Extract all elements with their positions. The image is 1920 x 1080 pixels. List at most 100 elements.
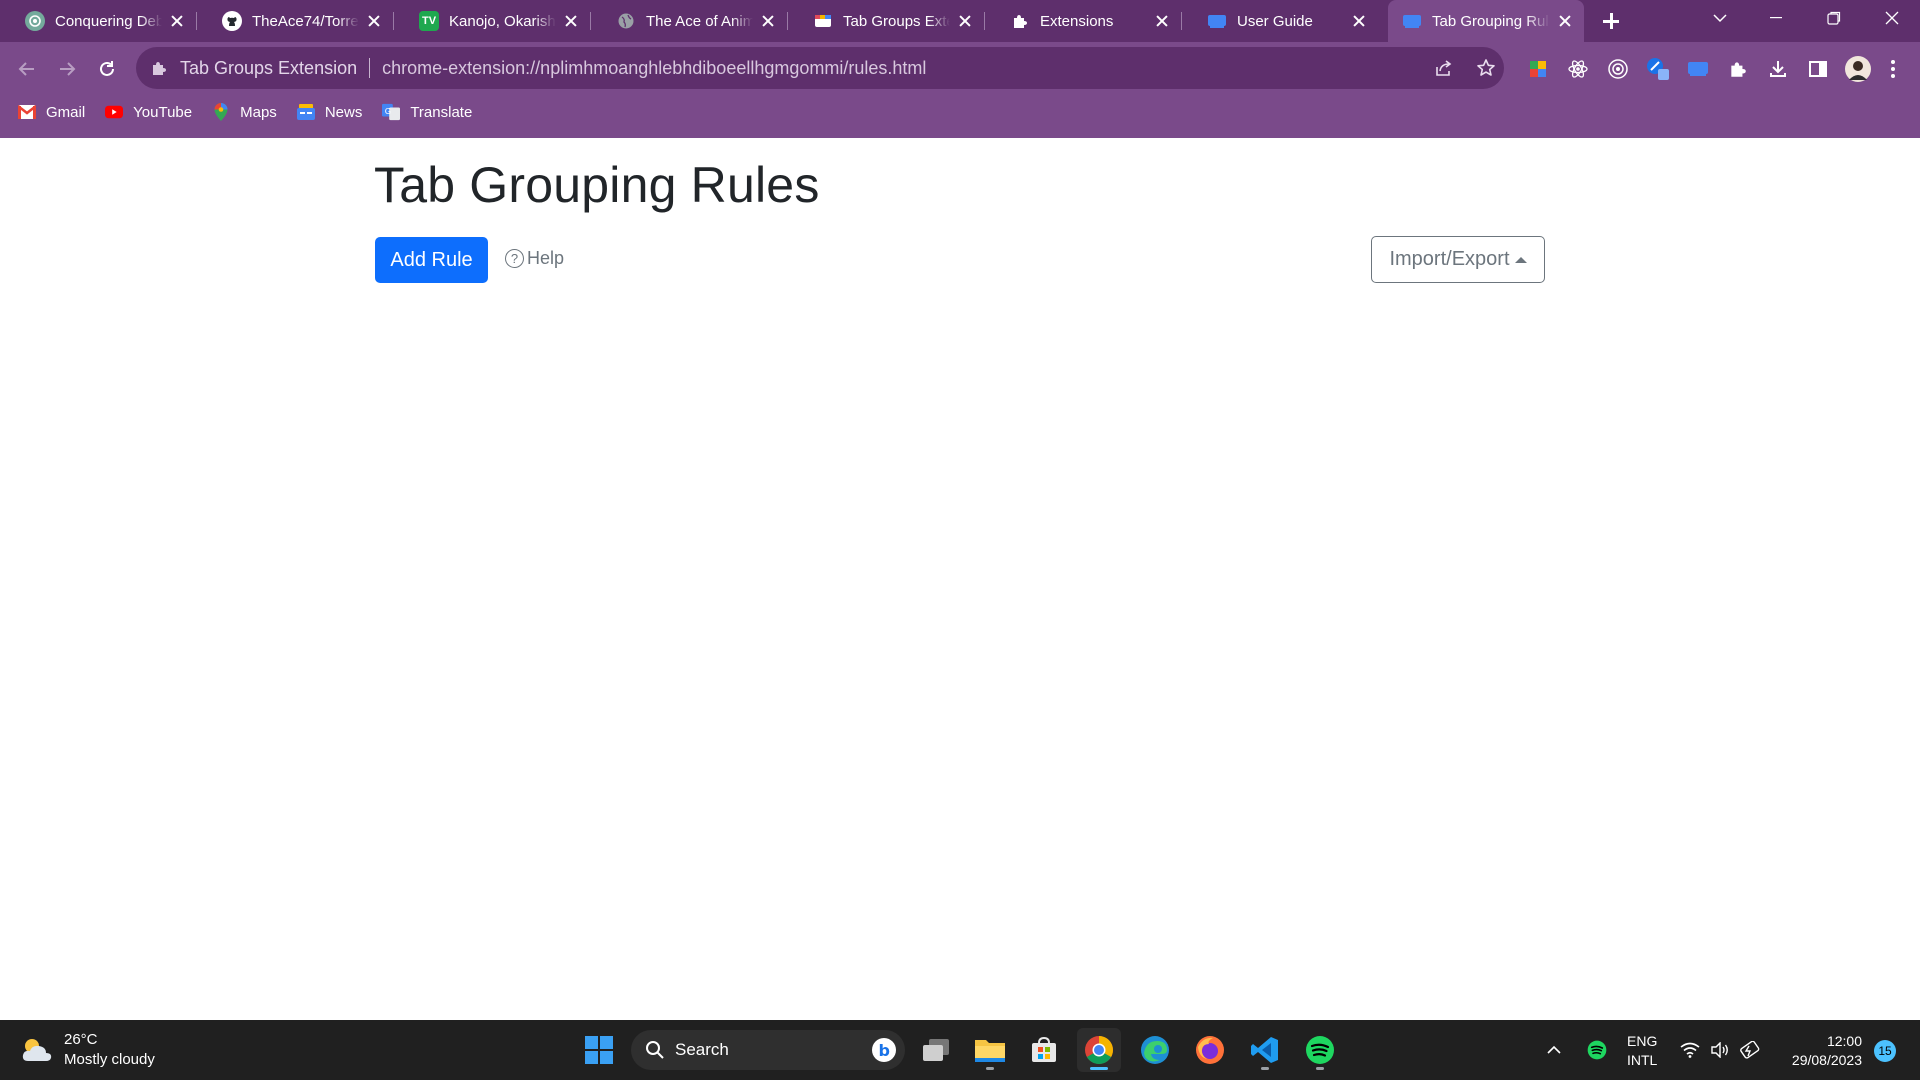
bookmark-youtube[interactable]: YouTube <box>105 103 192 121</box>
tab-search-chevron-icon[interactable] <box>1692 0 1748 36</box>
date: 29/08/2023 <box>1791 1052 1862 1068</box>
close-tab-icon[interactable] <box>365 12 383 30</box>
bookmark-label: News <box>324 103 363 121</box>
help-link[interactable]: ? Help <box>505 248 564 269</box>
close-tab-icon[interactable] <box>1556 12 1574 30</box>
edge-icon[interactable] <box>1133 1028 1177 1072</box>
add-rule-button[interactable]: Add Rule <box>375 237 488 283</box>
spotify-icon[interactable] <box>1298 1028 1342 1072</box>
minimize-button[interactable] <box>1748 0 1804 36</box>
menu-kebab-icon[interactable] <box>1878 52 1908 86</box>
spotify-tray-icon[interactable] <box>1587 1040 1607 1060</box>
clock[interactable]: 12:00 29/08/2023 <box>1780 1032 1862 1070</box>
time: 12:00 <box>1826 1033 1862 1049</box>
firefox-icon[interactable] <box>1188 1028 1232 1072</box>
file-explorer-icon[interactable] <box>968 1028 1012 1072</box>
bookmark-translate[interactable]: G Translate <box>382 103 472 121</box>
lang-top: ENG <box>1627 1033 1658 1049</box>
browser-tab[interactable]: Tab Groups Extension <box>788 0 984 42</box>
new-tab-button[interactable] <box>1598 8 1624 34</box>
import-export-dropdown[interactable]: Import/Export <box>1371 236 1545 283</box>
vscode-icon[interactable] <box>1243 1028 1287 1072</box>
globe-icon <box>616 11 636 31</box>
page-title: Tab Grouping Rules <box>374 157 820 213</box>
address-bar-actions <box>1434 47 1496 89</box>
volume-icon <box>1710 1042 1730 1058</box>
tab-groups-extension-icon[interactable] <box>1678 52 1718 86</box>
address-bar[interactable]: Tab Groups Extension chrome-extension://… <box>136 47 1504 89</box>
tv-icon: TV <box>419 11 439 31</box>
task-view-icon[interactable] <box>914 1028 958 1072</box>
show-hidden-icons-chevron[interactable] <box>1547 1045 1567 1055</box>
bookmark-star-icon[interactable] <box>1476 58 1496 78</box>
bookmark-label: Gmail <box>46 103 86 121</box>
download-icon[interactable] <box>1758 52 1798 86</box>
question-circle-icon: ? <box>505 249 524 268</box>
tab-groups-icon <box>813 11 833 31</box>
tab-title: Conquering Debugging <box>55 12 162 30</box>
reload-button[interactable] <box>90 52 124 86</box>
react-devtools-icon[interactable] <box>1558 52 1598 86</box>
tab-groups-blue-icon <box>1402 11 1422 31</box>
browser-tab[interactable]: User Guide <box>1182 0 1378 42</box>
close-tab-icon[interactable] <box>1153 12 1171 30</box>
browser-tab[interactable]: TV Kanojo, Okarishimasu <box>394 0 590 42</box>
youtube-icon <box>105 103 124 121</box>
tab-title: TheAce74/TorrentGalaxy <box>252 12 359 30</box>
bookmark-news[interactable]: News <box>296 103 363 121</box>
color-extension-icon[interactable] <box>1518 52 1558 86</box>
weather-widget[interactable]: 26°C Mostly cloudy <box>20 1030 155 1070</box>
target-extension-icon[interactable] <box>1598 52 1638 86</box>
microsoft-store-icon[interactable] <box>1022 1028 1066 1072</box>
tab-title: The Ace of Anime <box>646 12 753 30</box>
browser-tab-active[interactable]: Tab Grouping Rules <box>1388 0 1584 42</box>
svg-text:b: b <box>879 1041 890 1060</box>
tab-groups-blue-icon <box>1207 11 1227 31</box>
tab-title: User Guide <box>1237 12 1313 30</box>
bookmark-maps[interactable]: Maps <box>212 103 277 121</box>
search-icon <box>645 1040 665 1060</box>
colorzilla-icon[interactable] <box>1638 52 1678 86</box>
close-tab-icon[interactable] <box>562 12 580 30</box>
search-label: Search <box>675 1040 729 1059</box>
running-indicator <box>1261 1067 1269 1070</box>
weather-desc: Mostly cloudy <box>64 1051 155 1068</box>
bing-icon: b <box>871 1037 897 1063</box>
close-tab-icon[interactable] <box>1350 12 1368 30</box>
close-tab-icon[interactable] <box>759 12 777 30</box>
caret-up-icon <box>1514 256 1527 263</box>
input-language[interactable]: ENG INTL <box>1627 1032 1657 1070</box>
extensions-puzzle-icon[interactable] <box>1718 52 1758 86</box>
lang-bottom: INTL <box>1627 1052 1658 1068</box>
side-panel-icon[interactable] <box>1798 52 1838 86</box>
close-tab-icon[interactable] <box>168 12 186 30</box>
share-icon[interactable] <box>1434 58 1454 78</box>
back-button[interactable] <box>10 52 44 86</box>
forward-button[interactable] <box>50 52 84 86</box>
notification-badge[interactable]: 15 <box>1874 1040 1896 1062</box>
browser-tab[interactable]: Extensions <box>985 0 1181 42</box>
bookmark-label: Maps <box>240 103 277 121</box>
browser-toolbar: Tab Groups Extension chrome-extension://… <box>0 42 1920 138</box>
quick-settings[interactable] <box>1680 1020 1762 1080</box>
cloudy-weather-icon <box>20 1035 54 1065</box>
maps-icon <box>212 103 230 121</box>
site-label: Tab Groups Extension <box>180 57 358 78</box>
gmail-icon <box>18 103 36 121</box>
close-window-button[interactable] <box>1864 0 1920 36</box>
taskbar-search[interactable]: Search b <box>631 1030 905 1070</box>
start-button[interactable] <box>577 1028 621 1072</box>
chrome-icon[interactable] <box>1077 1028 1121 1072</box>
profile-avatar[interactable] <box>1838 52 1878 86</box>
browser-tab[interactable]: The Ace of Anime <box>591 0 787 42</box>
tab-title: Tab Grouping Rules <box>1432 12 1550 30</box>
system-tray <box>1547 1020 1607 1080</box>
bookmark-gmail[interactable]: Gmail <box>18 103 85 121</box>
browser-tab[interactable]: TheAce74/TorrentGalaxy <box>197 0 393 42</box>
restore-button[interactable] <box>1806 0 1862 36</box>
active-indicator <box>1090 1067 1108 1070</box>
browser-tab[interactable]: Conquering Debugging <box>0 0 196 42</box>
bookmark-label: YouTube <box>133 103 193 121</box>
tab-title: Kanojo, Okarishimasu <box>449 12 556 30</box>
close-tab-icon[interactable] <box>956 12 974 30</box>
